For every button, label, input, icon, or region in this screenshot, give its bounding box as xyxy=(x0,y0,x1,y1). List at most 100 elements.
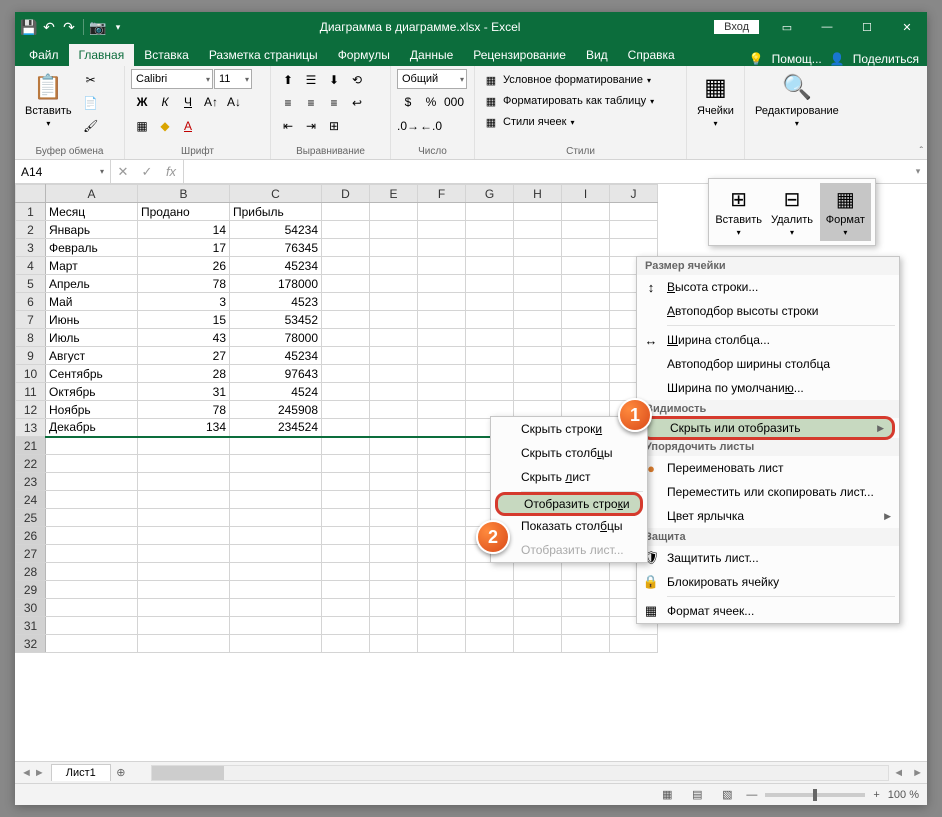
cell[interactable] xyxy=(562,329,610,347)
cell[interactable] xyxy=(46,581,138,599)
row-header[interactable]: 24 xyxy=(16,491,46,509)
name-box[interactable]: A14 xyxy=(15,160,111,183)
cell[interactable] xyxy=(230,617,322,635)
cell[interactable] xyxy=(322,257,370,275)
sheet-tab[interactable]: Лист1 xyxy=(51,764,111,781)
cell[interactable] xyxy=(138,473,230,491)
cell[interactable] xyxy=(562,275,610,293)
cell[interactable]: Продано xyxy=(138,203,230,221)
cell[interactable] xyxy=(322,473,370,491)
tell-me-label[interactable]: Помощ... xyxy=(772,52,822,66)
cell[interactable] xyxy=(370,221,418,239)
cell[interactable] xyxy=(418,275,466,293)
cell[interactable] xyxy=(370,311,418,329)
column-width-item[interactable]: ↔Ширина столбца... xyxy=(637,328,899,352)
column-header[interactable]: I xyxy=(562,185,610,203)
tab-insert[interactable]: Вставка xyxy=(134,44,199,66)
cell[interactable] xyxy=(514,239,562,257)
cell[interactable] xyxy=(466,599,514,617)
number-format-combo[interactable]: Общий xyxy=(397,69,467,89)
row-header[interactable]: 31 xyxy=(16,617,46,635)
cell[interactable] xyxy=(322,275,370,293)
cell[interactable] xyxy=(562,203,610,221)
cell[interactable] xyxy=(466,311,514,329)
cell[interactable] xyxy=(610,635,658,653)
tab-home[interactable]: Главная xyxy=(69,44,135,66)
cell[interactable]: Апрель xyxy=(46,275,138,293)
cell[interactable] xyxy=(230,473,322,491)
cell[interactable] xyxy=(562,347,610,365)
tab-formulas[interactable]: Формулы xyxy=(328,44,400,66)
cell[interactable] xyxy=(46,455,138,473)
camera-icon[interactable]: 📷 xyxy=(90,19,106,35)
cell[interactable] xyxy=(138,545,230,563)
cell[interactable] xyxy=(466,563,514,581)
qat-more-icon[interactable]: ▾ xyxy=(110,19,126,35)
cell[interactable] xyxy=(138,437,230,455)
autofit-column-width-item[interactable]: Автоподбор ширины столбца xyxy=(637,352,899,376)
cell[interactable] xyxy=(138,527,230,545)
sheet-prev-icon[interactable]: ◄ xyxy=(21,767,32,779)
horizontal-scrollbar[interactable] xyxy=(151,765,889,781)
cell[interactable]: 45234 xyxy=(230,257,322,275)
cell[interactable]: Месяц xyxy=(46,203,138,221)
tab-review[interactable]: Рецензирование xyxy=(463,44,576,66)
login-button[interactable]: Вход xyxy=(714,20,759,34)
cell[interactable]: 178000 xyxy=(230,275,322,293)
cell[interactable] xyxy=(322,437,370,455)
hide-sheet-item[interactable]: Скрыть лист xyxy=(491,465,647,489)
cell[interactable] xyxy=(562,599,610,617)
row-header[interactable]: 32 xyxy=(16,635,46,653)
cell[interactable]: 78 xyxy=(138,275,230,293)
cell[interactable] xyxy=(514,329,562,347)
page-layout-view-icon[interactable]: ▤ xyxy=(686,786,708,804)
cell[interactable]: 97643 xyxy=(230,365,322,383)
cell[interactable] xyxy=(322,419,370,437)
cell[interactable] xyxy=(418,347,466,365)
column-header[interactable]: H xyxy=(514,185,562,203)
ribbon-options-icon[interactable]: ▭ xyxy=(767,12,807,42)
row-header[interactable]: 9 xyxy=(16,347,46,365)
cell[interactable] xyxy=(322,365,370,383)
cell[interactable] xyxy=(418,581,466,599)
cell[interactable] xyxy=(370,365,418,383)
format-painter-icon[interactable]: 🖌 xyxy=(80,115,102,137)
row-header[interactable]: 3 xyxy=(16,239,46,257)
cell[interactable] xyxy=(370,329,418,347)
cells-button[interactable]: ▦ Ячейки ▾ xyxy=(693,69,738,130)
orientation-icon[interactable]: ⟲ xyxy=(346,69,368,91)
cell[interactable] xyxy=(322,563,370,581)
cell[interactable] xyxy=(418,221,466,239)
cell[interactable] xyxy=(370,437,418,455)
page-break-view-icon[interactable]: ▧ xyxy=(716,786,738,804)
tell-me-icon[interactable]: 💡 xyxy=(749,52,764,66)
cell[interactable] xyxy=(46,545,138,563)
cell[interactable] xyxy=(562,581,610,599)
paste-button[interactable]: 📋 Вставить ▾ xyxy=(21,69,76,130)
cell[interactable] xyxy=(46,509,138,527)
row-header[interactable]: 8 xyxy=(16,329,46,347)
cell[interactable]: Октябрь xyxy=(46,383,138,401)
column-header[interactable]: G xyxy=(466,185,514,203)
row-header[interactable]: 1 xyxy=(16,203,46,221)
cell[interactable] xyxy=(514,581,562,599)
cell[interactable] xyxy=(514,599,562,617)
column-header[interactable]: D xyxy=(322,185,370,203)
cell[interactable] xyxy=(466,293,514,311)
cell[interactable]: Март xyxy=(46,257,138,275)
cell[interactable] xyxy=(514,257,562,275)
hide-columns-item[interactable]: Скрыть столбцы xyxy=(491,441,647,465)
row-header[interactable]: 4 xyxy=(16,257,46,275)
cell[interactable]: Июль xyxy=(46,329,138,347)
tab-pagelayout[interactable]: Разметка страницы xyxy=(199,44,328,66)
cell[interactable] xyxy=(418,365,466,383)
row-header[interactable]: 23 xyxy=(16,473,46,491)
cell[interactable]: 31 xyxy=(138,383,230,401)
cell[interactable] xyxy=(562,293,610,311)
cell[interactable] xyxy=(322,383,370,401)
cell[interactable] xyxy=(46,527,138,545)
cell[interactable] xyxy=(370,473,418,491)
insert-cells-button[interactable]: ⊞ Вставить ▾ xyxy=(713,183,764,241)
cell[interactable] xyxy=(514,275,562,293)
row-header[interactable]: 12 xyxy=(16,401,46,419)
